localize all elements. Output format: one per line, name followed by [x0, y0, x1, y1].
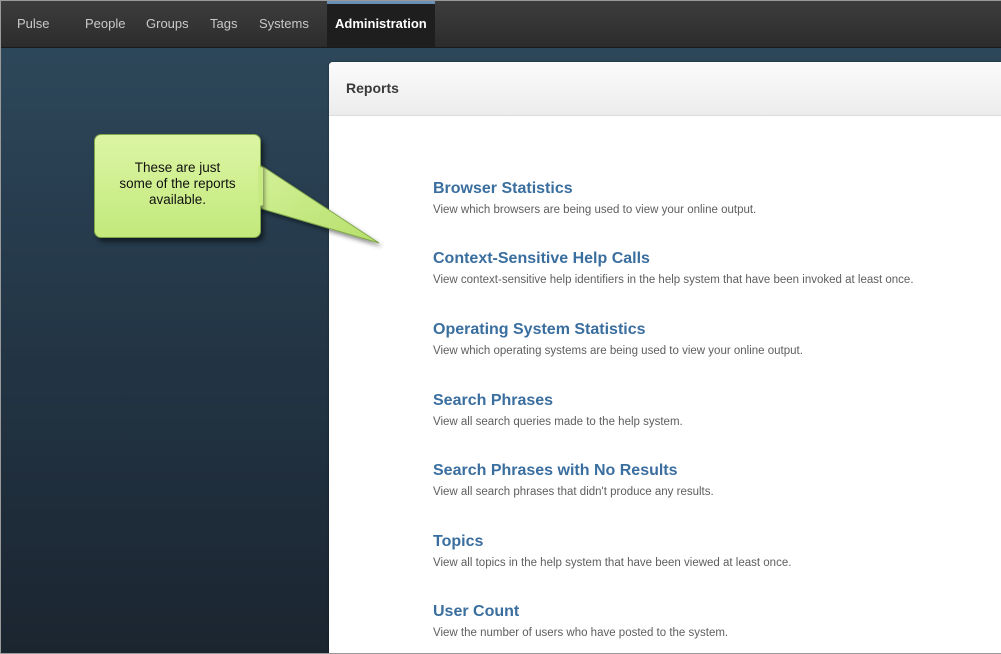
report-item: Browser Statistics View which browsers a… — [433, 180, 1001, 216]
report-link-operating-system-statistics[interactable]: Operating System Statistics — [433, 321, 1001, 339]
report-item: Search Phrases with No Results View all … — [433, 462, 1001, 498]
report-link-search-phrases-no-results[interactable]: Search Phrases with No Results — [433, 462, 1001, 480]
report-description: View context-sensitive help identifiers … — [433, 274, 914, 286]
panel-header: Reports — [329, 62, 1001, 116]
report-description: View which operating systems are being u… — [433, 345, 803, 357]
report-description: View which browsers are being used to vi… — [433, 204, 757, 216]
callout-line: available. — [148, 192, 207, 207]
report-description: View all search queries made to the help… — [433, 416, 683, 428]
nav-item-administration[interactable]: Administration — [327, 1, 435, 47]
report-item: User Count View the number of users who … — [433, 603, 1001, 639]
report-link-topics[interactable]: Topics — [433, 533, 1001, 551]
report-link-user-count[interactable]: User Count — [433, 603, 1001, 621]
nav-item-tags[interactable]: Tags — [210, 1, 237, 47]
nav-item-pulse[interactable]: Pulse — [17, 1, 50, 47]
report-item: Search Phrases View all search queries m… — [433, 392, 1001, 428]
report-item: Topics View all topics in the help syste… — [433, 533, 1001, 569]
report-link-context-sensitive-help-calls[interactable]: Context-Sensitive Help Calls — [433, 250, 1001, 268]
nav-item-people[interactable]: People — [85, 1, 125, 47]
report-link-search-phrases[interactable]: Search Phrases — [433, 392, 1001, 410]
callout-note: These are just some of the reports avail… — [94, 134, 261, 238]
report-description: View the number of users who have posted… — [433, 627, 729, 639]
app-window: Pulse People Groups Tags Systems Adminis… — [0, 0, 1001, 654]
report-description: View all search phrases that didn't prod… — [433, 486, 714, 498]
report-description: View all topics in the help system that … — [433, 557, 792, 569]
page-title: Reports — [346, 80, 399, 96]
callout-line: some of the reports — [119, 176, 236, 191]
report-item: Operating System Statistics View which o… — [433, 321, 1001, 357]
nav-item-groups[interactable]: Groups — [146, 1, 189, 47]
report-link-browser-statistics[interactable]: Browser Statistics — [433, 180, 1001, 198]
callout-line: These are just — [134, 160, 221, 175]
report-item: Context-Sensitive Help Calls View contex… — [433, 250, 1001, 286]
top-navigation: Pulse People Groups Tags Systems Adminis… — [1, 1, 1001, 48]
nav-item-systems[interactable]: Systems — [259, 1, 309, 47]
reports-panel: Reports Browser Statistics View which br… — [329, 62, 1001, 653]
